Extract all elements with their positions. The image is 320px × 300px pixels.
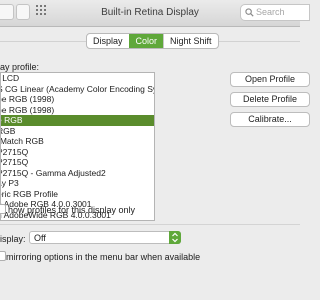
- chevron-up-down-icon: [172, 232, 178, 243]
- search-icon: [245, 8, 254, 17]
- profile-list[interactable]: r LCD S CG Linear (Academy Color Encodin…: [0, 72, 155, 221]
- list-item[interactable]: P2715Q: [1, 147, 154, 158]
- list-item-selected[interactable]: e RGB: [1, 115, 154, 126]
- show-profiles-label: how profiles for this display only: [8, 205, 136, 215]
- list-item[interactable]: P2715Q - Gamma Adjusted2: [1, 168, 154, 179]
- list-item[interactable]: RGB: [1, 126, 154, 137]
- show-profiles-checkbox[interactable]: [0, 204, 6, 214]
- section-divider: [0, 224, 300, 225]
- delete-profile-button[interactable]: Delete Profile: [230, 92, 310, 107]
- calibrate-button[interactable]: Calibrate...: [230, 112, 310, 127]
- tab-display[interactable]: Display: [87, 34, 129, 48]
- list-item[interactable]: S CG Linear (Academy Color Encoding Sy..…: [1, 84, 154, 95]
- tab-night-shift[interactable]: Night Shift: [163, 34, 218, 48]
- list-item[interactable]: be RGB (1998): [1, 94, 154, 105]
- list-item[interactable]: ay P3: [1, 178, 154, 189]
- list-item[interactable]: P2715Q: [1, 157, 154, 168]
- title-bar: Built-in Retina Display: [0, 0, 310, 27]
- tab-bar: Display Color Night Shift: [86, 33, 219, 49]
- mirroring-label: mirroring options in the menu bar when a…: [6, 252, 201, 262]
- list-item[interactable]: r LCD: [1, 73, 154, 84]
- list-item[interactable]: rMatch RGB: [1, 136, 154, 147]
- tab-color[interactable]: Color: [128, 34, 164, 48]
- select-stepper[interactable]: [169, 231, 181, 244]
- airplay-display-select[interactable]: Off: [29, 231, 181, 244]
- list-item[interactable]: eric RGB Profile: [1, 189, 154, 200]
- search-field[interactable]: [240, 4, 310, 21]
- open-profile-button[interactable]: Open Profile: [230, 72, 310, 87]
- airplay-display-value: Off: [34, 233, 46, 243]
- list-item[interactable]: be RGB (1998): [1, 105, 154, 116]
- search-input[interactable]: [256, 6, 306, 18]
- display-profile-label: ay profile:: [0, 62, 40, 72]
- airplay-display-label: isplay:: [0, 234, 26, 244]
